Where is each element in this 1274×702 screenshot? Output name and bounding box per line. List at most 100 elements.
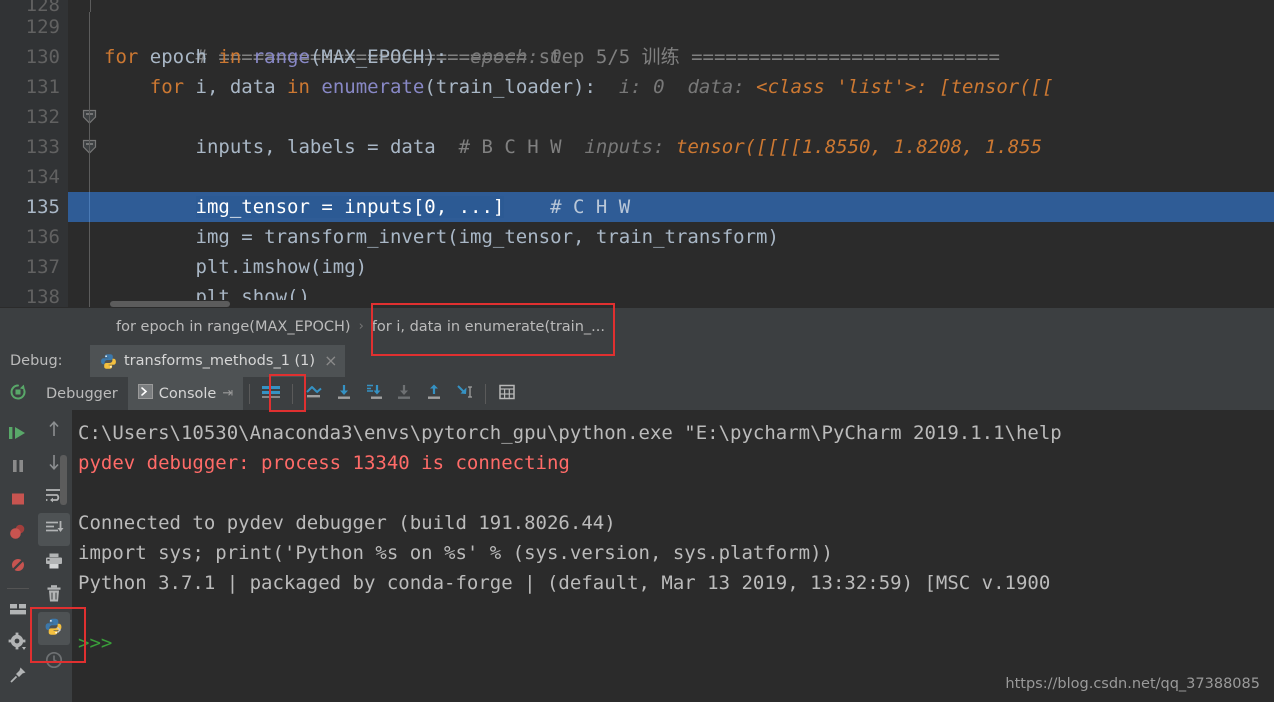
pause-program-button[interactable] xyxy=(0,451,36,484)
function-range: range xyxy=(241,46,310,68)
step-into-icon xyxy=(364,383,384,405)
step-over-button[interactable] xyxy=(329,377,359,410)
close-icon[interactable]: × xyxy=(322,353,337,369)
force-step-into-button[interactable] xyxy=(389,377,419,410)
tab-debugger[interactable]: Debugger xyxy=(36,377,128,410)
line-number: 137 xyxy=(0,252,68,282)
print-button[interactable] xyxy=(38,546,70,579)
code-line-135-current-execution[interactable]: 135 img_tensor = inputs[0, ...] # C H W xyxy=(0,192,1274,222)
spacer3 xyxy=(665,136,676,158)
inline-debug-data-value: <class 'list'>: [tensor([[ xyxy=(756,76,1054,98)
line-number: 134 xyxy=(0,162,68,192)
run-configuration-tab[interactable]: transforms_methods_1 (1) × xyxy=(90,345,346,377)
indent-guide xyxy=(89,252,90,282)
console-output[interactable]: C:\Users\10530\Anaconda3\envs\pytorch_gp… xyxy=(72,410,1274,702)
scroll-to-end-button[interactable] xyxy=(38,513,70,546)
breadcrumb-item-outer-loop[interactable]: for epoch in range(MAX_EPOCH) xyxy=(110,319,357,335)
code-line-128[interactable]: 128 xyxy=(0,0,1274,12)
evaluate-expression-button[interactable] xyxy=(492,377,522,410)
run-to-cursor-button[interactable] xyxy=(449,377,479,410)
inline-debug-value: epoch: 0 xyxy=(470,46,562,68)
show-execution-point-icon xyxy=(304,383,324,405)
layout-settings-button[interactable] xyxy=(256,377,286,410)
resume-program-icon xyxy=(7,424,29,446)
print-icon xyxy=(44,552,64,574)
resume-program-button[interactable] xyxy=(0,418,36,451)
settings-gear-icon xyxy=(8,632,28,656)
rerun-button[interactable] xyxy=(0,383,36,405)
view-breakpoints-button[interactable] xyxy=(0,517,36,550)
breadcrumb-item-inner-loop[interactable]: for i, data in enumerate(train_... xyxy=(366,319,611,335)
step-into-button[interactable] xyxy=(359,377,389,410)
code-line-132[interactable]: 132 xyxy=(0,102,1274,132)
step-out-icon xyxy=(425,383,443,405)
clear-all-button[interactable] xyxy=(38,579,70,612)
statement-text: inputs, labels = data xyxy=(195,136,436,158)
debug-toolbar: Debugger Console ⇥ xyxy=(0,377,1274,410)
console-line: Python 3.7.1 | packaged by conda-forge |… xyxy=(78,572,1051,594)
variables-i-data: i, data xyxy=(184,76,288,98)
python-console-button[interactable] xyxy=(38,612,70,645)
console-actions-rail xyxy=(36,410,72,702)
python-console-icon xyxy=(44,617,64,641)
statement-text: img = transform_invert(img_tensor, train… xyxy=(195,226,779,248)
fold-arrow-icon[interactable] xyxy=(82,49,97,124)
toolbar-divider xyxy=(249,383,251,404)
code-line-130[interactable]: 130 for epoch in range(MAX_EPOCH): epoch… xyxy=(0,42,1274,124)
code-text: # =========================== step 5/5 训… xyxy=(104,12,1000,68)
inline-debug-epoch: epoch: 0 xyxy=(447,46,562,68)
line-number: 133 xyxy=(0,132,68,162)
code-line-131[interactable]: 131 for i, data in enumerate(train_loade… xyxy=(0,72,1274,154)
scroll-up-button[interactable] xyxy=(38,414,70,447)
console-prompt[interactable]: >>> xyxy=(72,628,1274,658)
step-over-icon xyxy=(335,383,353,405)
console-scrollbar-thumb[interactable] xyxy=(60,455,67,505)
pin-tab-icon[interactable]: ⇥ xyxy=(222,386,233,401)
code-line-136[interactable]: 136 img = transform_invert(img_tensor, t… xyxy=(0,222,1274,252)
code-line-134[interactable]: 134 xyxy=(0,162,1274,192)
inline-debug-i xyxy=(596,76,619,98)
code-line-133[interactable]: 133 inputs, labels = data # B C H W inpu… xyxy=(0,132,1274,162)
statement-text: plt.imshow(img) xyxy=(195,256,368,278)
keyword-for: for xyxy=(149,76,185,98)
indent-guide xyxy=(89,102,90,132)
code-line-129[interactable]: 129 # =========================== step 5… xyxy=(0,12,1274,68)
stop-program-button[interactable] xyxy=(0,484,36,517)
pin-tab-button[interactable] xyxy=(0,660,36,693)
tab-console[interactable]: Console ⇥ xyxy=(127,377,244,410)
mute-breakpoints-button[interactable] xyxy=(0,550,36,583)
show-execution-point-button[interactable] xyxy=(299,377,329,410)
line-number: 131 xyxy=(0,72,68,102)
settings-button[interactable] xyxy=(0,627,36,660)
inline-debug-inputs-value: tensor([[[[1.8550, 1.8208, 1.855 xyxy=(676,136,1043,158)
mute-breakpoints-icon xyxy=(9,556,27,578)
fold-column[interactable] xyxy=(76,42,104,124)
code-editor[interactable]: 128 129 # =========================== st… xyxy=(0,0,1274,307)
breadcrumb-separator-icon: › xyxy=(358,319,364,334)
fold-column xyxy=(76,102,104,132)
line-number: 132 xyxy=(0,102,68,132)
console-line: Connected to pydev debugger (build 191.8… xyxy=(78,512,616,534)
editor-horizontal-scrollbar[interactable] xyxy=(110,300,1274,307)
history-button[interactable] xyxy=(38,645,70,678)
view-breakpoints-icon xyxy=(8,523,28,545)
scroll-to-end-icon xyxy=(44,519,64,541)
code-line-137[interactable]: 137 plt.imshow(img) xyxy=(0,252,1274,282)
indent-guide xyxy=(89,222,90,252)
fold-column xyxy=(76,252,104,282)
debug-tool-window-header: Debug: transforms_methods_1 (1) × xyxy=(0,345,1274,377)
spacer2 xyxy=(562,136,585,158)
python-logo-icon xyxy=(100,353,117,370)
fold-column[interactable] xyxy=(76,72,104,154)
trailing-comment: # C H W xyxy=(550,196,631,218)
settings-layout-button[interactable] xyxy=(0,594,36,627)
toolbar-divider-3 xyxy=(485,383,487,404)
fold-arrow-icon[interactable] xyxy=(82,79,97,154)
inline-debug-inputs-label: inputs: xyxy=(584,136,665,158)
step-out-button[interactable] xyxy=(419,377,449,410)
fold-column xyxy=(76,12,104,42)
indent-guide xyxy=(89,282,90,307)
rail-divider xyxy=(7,588,29,589)
code-text: inputs, labels = data # B C H W inputs: … xyxy=(104,132,1043,162)
